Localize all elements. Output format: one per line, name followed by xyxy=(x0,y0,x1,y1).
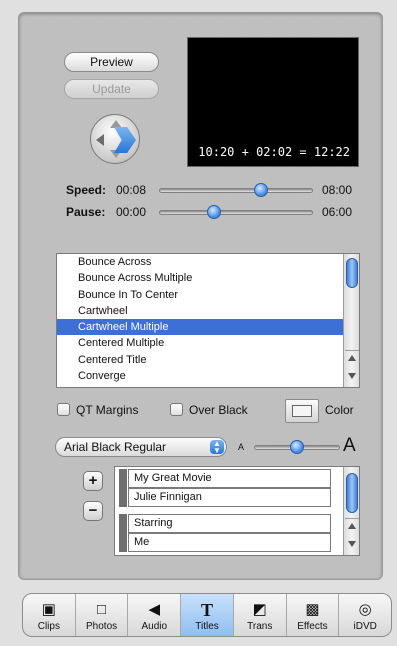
update-button[interactable]: Update xyxy=(64,79,159,99)
arrow-left-icon[interactable] xyxy=(96,134,104,146)
text-area-scroll-thumb[interactable] xyxy=(346,473,358,513)
preview-button[interactable]: Preview xyxy=(64,52,159,72)
font-select[interactable]: Arial Black Regular ▲ ▼ xyxy=(55,437,227,457)
scroll-up-icon[interactable] xyxy=(348,355,356,361)
speed-max: 08:00 xyxy=(322,183,353,197)
title-style-item[interactable]: Converge xyxy=(57,368,359,384)
transition-icon: ◩ xyxy=(252,601,267,618)
toolbar-button-audio[interactable]: ◀ Audio xyxy=(128,594,182,636)
toolbar-label: iDVD xyxy=(353,621,377,632)
speed-value: 00:08 xyxy=(116,183,147,197)
over-black-checkbox[interactable] xyxy=(170,403,183,416)
toolbar-label: Audio xyxy=(141,621,168,632)
title-text-area: My Great Movie Julie Finnigan Starring M… xyxy=(114,466,360,556)
popup-arrows-icon: ▲ ▼ xyxy=(210,440,224,455)
title-line-1-field[interactable]: My Great Movie xyxy=(128,469,331,488)
scrollbar-divider xyxy=(345,350,359,351)
pause-value: 00:00 xyxy=(116,205,147,219)
title-line-2-field[interactable]: Julie Finnigan xyxy=(128,488,331,507)
title-style-item[interactable]: Cartwheel xyxy=(57,303,359,319)
font-size-large-label: A xyxy=(343,435,356,456)
title-style-list[interactable]: Bounce Across Bounce Across Multiple Bounc… xyxy=(56,253,360,388)
timecode-readout: 10:20 + 02:02 = 12:22 xyxy=(198,145,350,159)
title-list-scrollbar[interactable] xyxy=(343,254,359,387)
title-style-item[interactable]: Bounce Across xyxy=(57,254,359,270)
titles-icon: T xyxy=(201,600,214,620)
title-line-3-field[interactable]: Starring xyxy=(128,514,331,533)
remove-text-pair-button[interactable]: − xyxy=(83,501,103,521)
qt-margins-checkbox[interactable] xyxy=(57,403,70,416)
toolbar-label: Clips xyxy=(37,621,60,632)
speed-slider-knob[interactable] xyxy=(253,183,268,197)
pause-slider[interactable] xyxy=(159,210,313,215)
arrow-up-icon[interactable] xyxy=(110,120,122,128)
scroll-down-icon[interactable] xyxy=(348,373,356,379)
preview-monitor: 10:20 + 02:02 = 12:22 xyxy=(187,37,359,167)
dvd-icon: ◎ xyxy=(358,601,372,618)
toolbar-button-effects[interactable]: ▩ Effects xyxy=(287,594,340,636)
over-black-label: Over Black xyxy=(189,403,248,417)
color-picker-button[interactable] xyxy=(285,399,319,423)
title-style-item[interactable]: Centered Title xyxy=(57,352,359,368)
color-label: Color xyxy=(325,403,354,417)
scrollbar-divider xyxy=(345,518,359,519)
toolbar-label: Titles xyxy=(195,621,219,632)
toolbar-button-photos[interactable]: □ Photos xyxy=(76,594,129,636)
title-line-4-field[interactable]: Me xyxy=(128,533,331,552)
title-list-scroll-thumb[interactable] xyxy=(346,258,358,288)
clips-icon: ▣ xyxy=(41,601,56,618)
direction-pad[interactable] xyxy=(90,114,140,164)
text-pair-marker xyxy=(119,514,127,552)
font-size-slider-knob[interactable] xyxy=(290,440,304,454)
font-select-value: Arial Black Regular xyxy=(64,440,167,454)
speed-slider[interactable] xyxy=(159,188,313,193)
title-style-item[interactable]: Centered Multiple xyxy=(57,335,359,351)
pause-max: 06:00 xyxy=(322,205,353,219)
toolbar-label: Effects xyxy=(297,621,328,632)
title-style-item[interactable]: Bounce In To Center xyxy=(57,287,359,303)
speaker-icon: ◀ xyxy=(148,601,161,618)
toolbar-button-idvd[interactable]: ◎ iDVD xyxy=(339,594,391,636)
toolbar-button-titles[interactable]: T Titles xyxy=(181,594,234,636)
arrow-right-icon[interactable] xyxy=(114,127,136,153)
toolbar-button-trans[interactable]: ◩ Trans xyxy=(234,594,287,636)
scroll-down-icon[interactable] xyxy=(348,541,356,547)
text-pair-marker xyxy=(119,469,127,507)
color-swatch xyxy=(292,405,312,417)
toolbar-button-clips[interactable]: ▣ Clips xyxy=(23,594,76,636)
toolbar-label: Trans xyxy=(247,621,273,632)
title-style-item[interactable]: Bounce Across Multiple xyxy=(57,270,359,286)
qt-margins-label: QT Margins xyxy=(76,403,139,417)
text-area-scrollbar[interactable] xyxy=(343,467,359,555)
font-size-small-label: A xyxy=(238,442,245,452)
title-style-item[interactable]: Cartwheel Multiple xyxy=(57,319,359,336)
scroll-up-icon[interactable] xyxy=(348,523,356,529)
effects-icon: ▩ xyxy=(305,601,320,618)
pause-label: Pause: xyxy=(66,205,106,219)
pane-toolbar: ▣ Clips □ Photos ◀ Audio T Titles ◩ Trans ▩ Effects… xyxy=(22,593,392,637)
photos-icon: □ xyxy=(97,601,107,618)
speed-label: Speed: xyxy=(66,183,107,197)
toolbar-label: Photos xyxy=(86,621,118,632)
add-text-pair-button[interactable]: + xyxy=(83,471,103,491)
